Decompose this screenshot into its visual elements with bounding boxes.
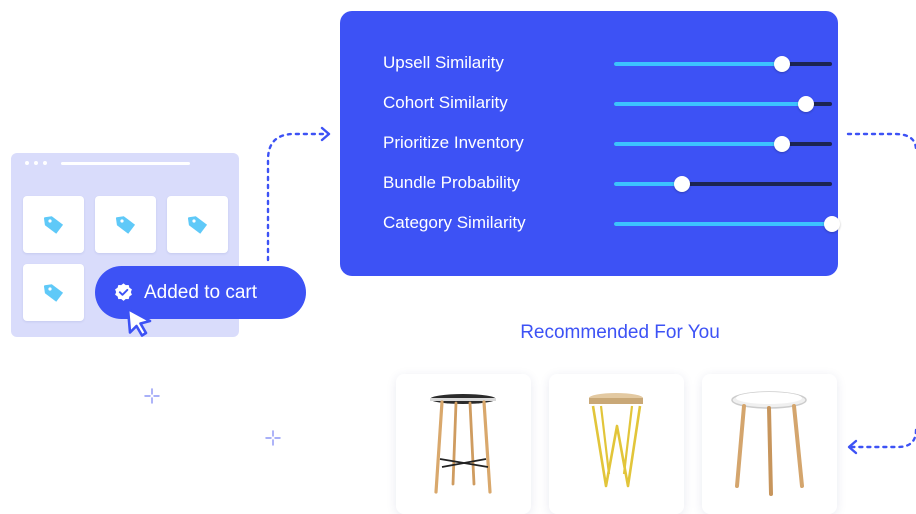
window-dot — [25, 161, 29, 165]
slider-handle[interactable] — [797, 96, 814, 112]
upsell-similarity-slider[interactable] — [614, 56, 832, 72]
category-similarity-slider[interactable] — [614, 216, 840, 232]
window-controls — [25, 161, 47, 165]
slider-fill — [614, 62, 782, 66]
prioritize-inventory-slider[interactable] — [614, 136, 832, 152]
bar-table-image — [430, 394, 496, 494]
slider-handle[interactable] — [773, 136, 790, 152]
slider-handle[interactable] — [673, 176, 690, 192]
price-tag-icon — [43, 215, 63, 234]
address-bar — [61, 162, 190, 165]
recommended-product-card[interactable] — [396, 374, 531, 514]
verified-check-icon — [115, 283, 132, 301]
price-tag-icon — [115, 215, 135, 234]
recommended-product-card[interactable] — [702, 374, 837, 514]
mouse-pointer-icon — [126, 307, 152, 337]
hairpin-stool-image — [589, 393, 643, 488]
tray-side-table-image — [731, 391, 807, 496]
slider-fill — [614, 222, 832, 226]
cohort-similarity-slider[interactable] — [614, 96, 832, 112]
slider-fill — [614, 142, 782, 146]
product-tile[interactable] — [167, 196, 228, 253]
slider-label: Cohort Similarity — [383, 93, 508, 112]
price-tag-icon — [187, 215, 207, 234]
price-tag-icon — [43, 283, 63, 302]
recommended-product-card[interactable] — [549, 374, 684, 514]
slider-handle[interactable] — [824, 216, 840, 232]
sparkle-icon — [144, 388, 160, 404]
recommendations-heading: Recommended For You — [520, 322, 720, 343]
product-tile[interactable] — [23, 196, 84, 253]
slider-fill — [614, 102, 806, 106]
bundle-probability-slider[interactable] — [614, 176, 832, 192]
product-tile[interactable] — [23, 264, 84, 321]
window-dot — [34, 161, 38, 165]
slider-label: Upsell Similarity — [383, 53, 504, 72]
recommendation-settings-panel: Upsell Similarity Cohort Similarity Prio… — [340, 11, 840, 276]
product-tile[interactable] — [95, 196, 156, 253]
slider-label: Bundle Probability — [383, 173, 521, 192]
window-dot — [43, 161, 47, 165]
slider-label: Prioritize Inventory — [383, 133, 524, 152]
slider-fill — [614, 182, 682, 186]
slider-handle[interactable] — [773, 56, 790, 72]
sparkle-icon — [265, 430, 281, 446]
slider-label: Category Similarity — [383, 213, 526, 232]
added-to-cart-label: Added to cart — [144, 281, 258, 303]
